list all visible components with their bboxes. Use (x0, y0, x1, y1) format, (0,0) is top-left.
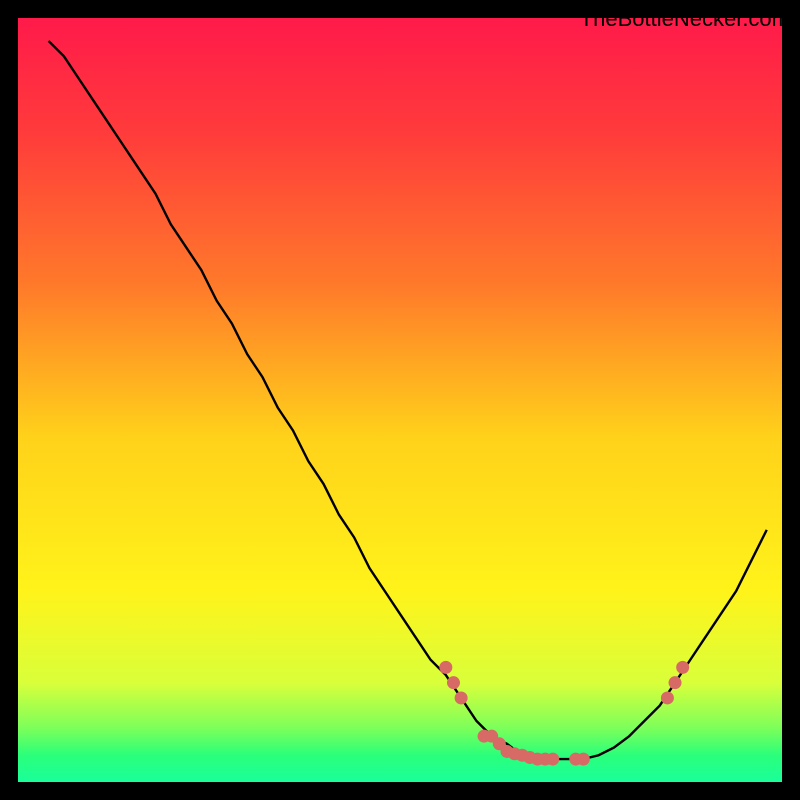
chart-container: TheBottleNecker.com (0, 0, 800, 800)
data-marker (676, 661, 689, 674)
data-marker (661, 691, 674, 704)
plot-area (18, 18, 782, 782)
data-marker (546, 753, 559, 766)
data-marker (577, 753, 590, 766)
chart-svg (18, 18, 782, 782)
data-marker (455, 691, 468, 704)
data-marker (439, 661, 452, 674)
gradient-background (18, 18, 782, 782)
data-marker (669, 676, 682, 689)
data-marker (447, 676, 460, 689)
watermark-text: TheBottleNecker.com (580, 6, 790, 32)
